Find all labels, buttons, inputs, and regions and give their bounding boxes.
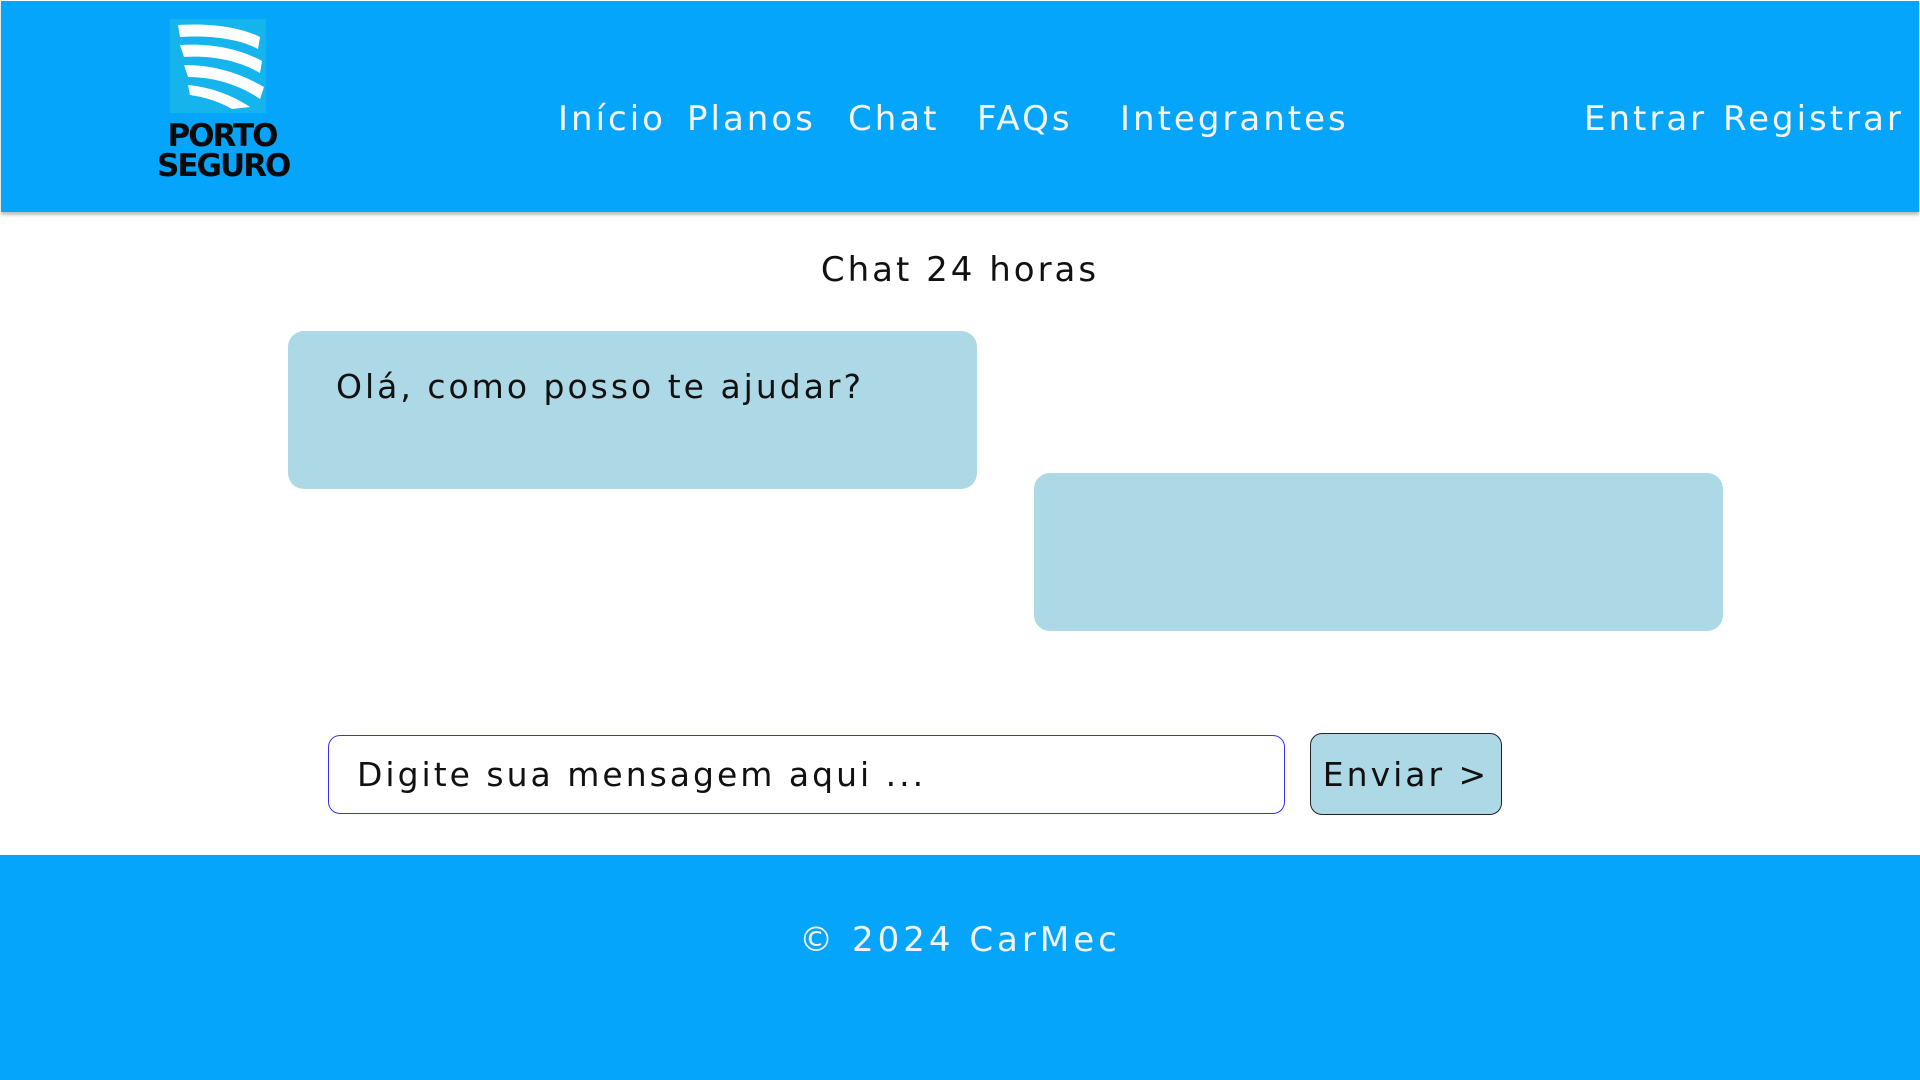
footer-copyright: © 2024 CarMec (799, 920, 1121, 960)
page-title: Chat 24 horas (820, 250, 1100, 290)
login-link[interactable]: Entrar (1584, 99, 1707, 139)
logo-line-porto: PORTO (167, 118, 278, 154)
site-footer: © 2024 CarMec (0, 855, 1920, 1080)
bot-message-text: Olá, como posso te ajudar? (336, 367, 864, 406)
send-button[interactable]: Enviar > (1310, 733, 1502, 815)
register-link[interactable]: Registrar (1723, 99, 1904, 139)
nav-link-integrantes[interactable]: Integrantes (1120, 99, 1349, 139)
logo-line-seguro: SEGURO (157, 148, 291, 184)
nav-link-inicio[interactable]: Início (558, 99, 666, 139)
message-input[interactable] (328, 735, 1285, 814)
nav-link-planos[interactable]: Planos (687, 99, 816, 139)
logo-wordmark: PORTO SEGURO (157, 118, 291, 184)
porto-seguro-logo[interactable]: PORTO SEGURO (157, 19, 291, 187)
bot-message-bubble: Olá, como posso te ajudar? (288, 331, 977, 489)
nav-link-faqs[interactable]: FAQs (977, 99, 1073, 139)
nav-link-chat[interactable]: Chat (848, 99, 939, 139)
site-header: PORTO SEGURO Início Planos Chat FAQs Int… (1, 1, 1919, 212)
sail-logo-icon (170, 19, 266, 113)
user-message-bubble (1034, 473, 1723, 631)
